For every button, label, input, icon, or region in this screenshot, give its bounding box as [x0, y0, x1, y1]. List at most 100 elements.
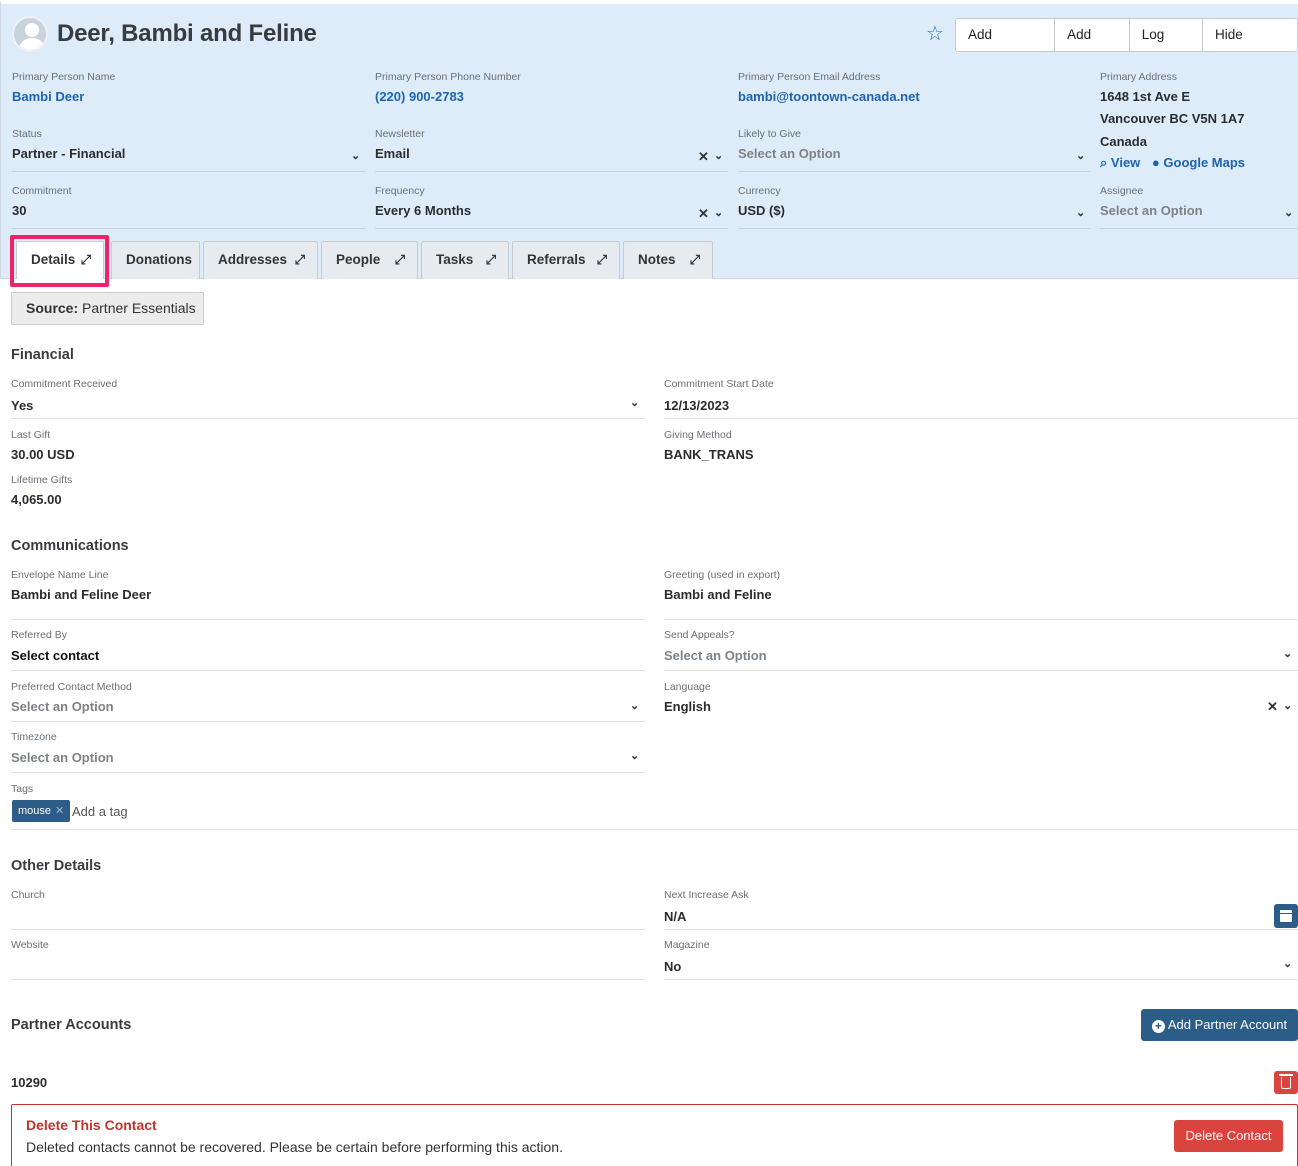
chevron-down-icon[interactable]: ⌄	[630, 699, 639, 712]
language-select[interactable]: English	[664, 699, 711, 714]
source-value: Partner Essentials	[82, 300, 196, 316]
tab-addresses[interactable]: Addresses ⤢	[203, 241, 318, 279]
calendar-icon[interactable]	[1274, 904, 1298, 928]
website-field[interactable]: Website	[11, 939, 49, 957]
tab-tasks[interactable]: Tasks ⤢	[421, 241, 509, 279]
remove-tag-icon[interactable]: ✕	[55, 805, 64, 817]
add-tag-input[interactable]: Add a tag	[72, 804, 128, 819]
status-select[interactable]: Partner - Financial	[12, 146, 125, 161]
field-label: Preferred Contact Method	[11, 681, 132, 693]
commitment-field[interactable]: Commitment 30	[12, 185, 72, 218]
language-field[interactable]: Language English	[664, 681, 711, 714]
source-label: Source:	[26, 300, 79, 316]
lifetime-gifts-field: Lifetime Gifts 4,065.00	[11, 474, 72, 507]
trash-icon[interactable]	[1274, 1071, 1298, 1094]
newsletter-field[interactable]: Newsletter Email	[375, 128, 425, 161]
clear-icon[interactable]: ✕	[698, 206, 709, 222]
expand-icon[interactable]: ⤢	[690, 242, 700, 278]
primary-phone-link[interactable]: (220) 900-2783	[375, 89, 521, 104]
currency-select[interactable]: USD ($)	[738, 203, 785, 218]
field-label: Status	[12, 128, 42, 140]
chevron-down-icon[interactable]: ⌄	[630, 396, 639, 409]
chevron-down-icon[interactable]: ⌄	[1076, 206, 1085, 219]
chevron-down-icon[interactable]: ⌄	[630, 749, 639, 762]
tab-referrals[interactable]: Referrals ⤢	[512, 241, 620, 279]
clear-icon[interactable]: ✕	[1267, 699, 1278, 715]
star-icon[interactable]: ☆	[926, 24, 946, 44]
add-task-button[interactable]: Add Task	[1055, 19, 1130, 51]
source-button[interactable]: Source: Partner Essentials	[11, 292, 204, 325]
delete-contact-button[interactable]: Delete Contact	[1174, 1120, 1283, 1152]
field-label: Website	[11, 939, 49, 951]
send-appeals-select[interactable]: Select an Option	[664, 648, 767, 663]
church-field[interactable]: Church	[11, 889, 45, 907]
commitment-received-field[interactable]: Commitment Received Yes	[11, 378, 117, 413]
likely-to-give-field[interactable]: Likely to Give Select an Option	[738, 128, 841, 161]
lifetime-gifts-value: 4,065.00	[11, 492, 62, 507]
field-label: Primary Person Phone Number	[375, 71, 521, 83]
timezone-select[interactable]: Select an Option	[11, 750, 114, 765]
status-field[interactable]: Status Partner - Financial	[12, 128, 125, 161]
tab-people[interactable]: People ⤢	[321, 241, 418, 279]
primary-email-link[interactable]: bambi@toontown-canada.net	[738, 89, 920, 104]
field-label: Magazine	[664, 939, 710, 951]
add-referrals-button[interactable]: Add Referrals	[956, 19, 1056, 51]
commitment-input[interactable]: 30	[12, 203, 72, 218]
primary-person-name-link[interactable]: Bambi Deer	[12, 89, 115, 104]
frequency-select[interactable]: Every 6 Months	[375, 203, 471, 218]
field-label: Primary Address	[1100, 71, 1178, 83]
next-increase-input[interactable]: N/A	[664, 909, 749, 924]
search-icon: ⌕	[1100, 155, 1108, 170]
envelope-name-field[interactable]: Envelope Name Line Bambi and Feline Deer	[11, 569, 151, 602]
chevron-down-icon[interactable]: ⌄	[1283, 699, 1292, 712]
magazine-select[interactable]: No	[664, 959, 710, 974]
chevron-down-icon[interactable]: ⌄	[1283, 647, 1292, 660]
chevron-down-icon[interactable]: ⌄	[714, 206, 723, 219]
field-label: Likely to Give	[738, 128, 802, 140]
commitment-received-select[interactable]: Yes	[11, 398, 117, 413]
timezone-field[interactable]: Timezone Select an Option	[11, 731, 114, 765]
currency-field[interactable]: Currency USD ($)	[738, 185, 785, 218]
chevron-down-icon[interactable]: ⌄	[1283, 957, 1292, 970]
hide-contact-button[interactable]: Hide Contact	[1202, 19, 1297, 51]
next-increase-field[interactable]: Next Increase Ask N/A	[664, 889, 749, 924]
magazine-field[interactable]: Magazine No	[664, 939, 710, 974]
expand-icon[interactable]: ⤢	[295, 242, 305, 278]
field-label: Last Gift	[11, 429, 51, 441]
assignee-select[interactable]: Select an Option	[1100, 203, 1203, 218]
chevron-down-icon[interactable]: ⌄	[351, 149, 360, 162]
clear-icon[interactable]: ✕	[698, 149, 709, 165]
likely-to-give-select[interactable]: Select an Option	[738, 146, 841, 161]
google-maps-link[interactable]: Google Maps	[1163, 155, 1245, 170]
greeting-input[interactable]: Bambi and Feline	[664, 587, 780, 602]
assignee-field[interactable]: Assignee Select an Option	[1100, 185, 1203, 218]
other-details-title: Other Details	[11, 858, 102, 874]
tag-chip[interactable]: mouse ✕	[12, 800, 71, 822]
preferred-contact-field[interactable]: Preferred Contact Method Select an Optio…	[11, 681, 132, 714]
newsletter-select[interactable]: Email	[375, 146, 425, 161]
expand-icon[interactable]: ⤢	[597, 242, 607, 278]
field-label: Newsletter	[375, 128, 425, 140]
greeting-field[interactable]: Greeting (used in export) Bambi and Feli…	[664, 569, 780, 602]
giving-method-field: Giving Method BANK_TRANS	[664, 429, 754, 462]
commitment-start-field[interactable]: Commitment Start Date 12/13/2023	[664, 378, 774, 413]
expand-icon[interactable]: ⤢	[395, 242, 405, 278]
referred-by-select[interactable]: Select contact	[11, 648, 99, 663]
chevron-down-icon[interactable]: ⌄	[1076, 149, 1085, 162]
envelope-name-input[interactable]: Bambi and Feline Deer	[11, 587, 151, 602]
expand-icon[interactable]: ⤢	[486, 242, 496, 278]
frequency-field[interactable]: Frequency Every 6 Months	[375, 185, 471, 218]
commitment-start-input[interactable]: 12/13/2023	[664, 398, 774, 413]
preferred-contact-select[interactable]: Select an Option	[11, 699, 132, 714]
field-label: Timezone	[11, 731, 57, 743]
log-task-button[interactable]: Log Task	[1129, 19, 1203, 51]
referred-by-field[interactable]: Referred By Select contact	[11, 629, 99, 663]
send-appeals-field[interactable]: Send Appeals? Select an Option	[664, 629, 767, 663]
tab-donations[interactable]: Donations	[111, 241, 200, 279]
tab-label: Donations	[126, 252, 192, 267]
chevron-down-icon[interactable]: ⌄	[1284, 206, 1293, 219]
view-address-link[interactable]: View	[1111, 155, 1140, 170]
chevron-down-icon[interactable]: ⌄	[714, 149, 723, 162]
add-partner-account-button[interactable]: + Add Partner Account	[1141, 1009, 1298, 1041]
tab-notes[interactable]: Notes ⤢	[623, 241, 713, 279]
